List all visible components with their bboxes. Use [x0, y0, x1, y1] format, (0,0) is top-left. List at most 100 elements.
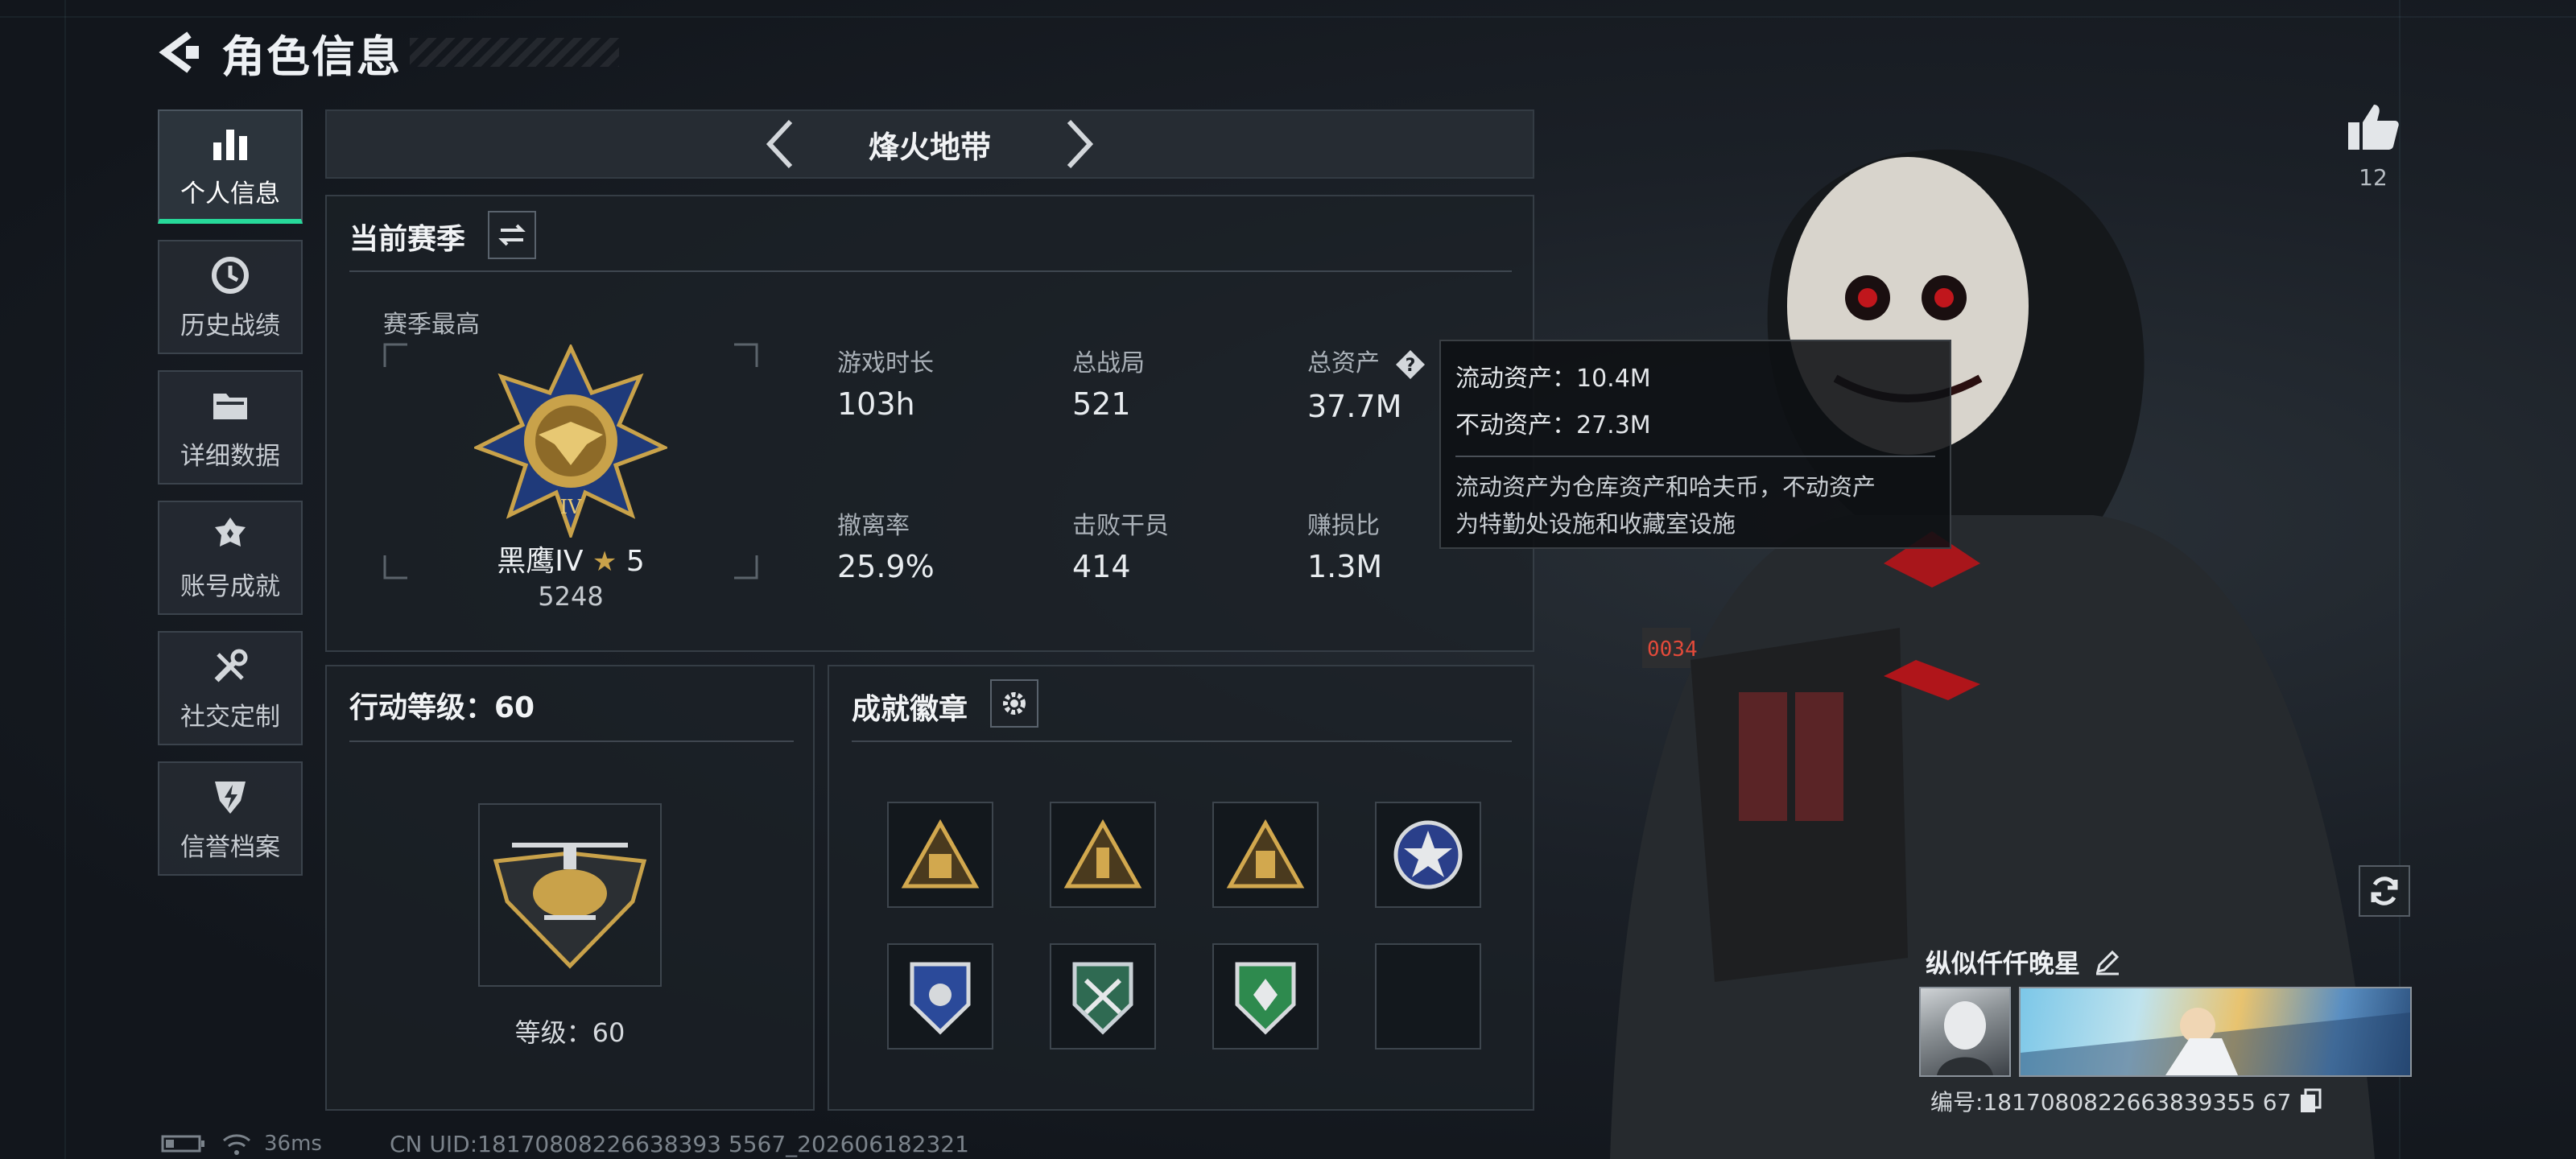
svg-text:IV: IV	[560, 496, 582, 518]
player-id: 编号:1817080822663839355 67	[1930, 1089, 2292, 1116]
stat-extraction-rate: 撤离率 25.9%	[837, 505, 935, 584]
stat-operators-defeated: 击败干员 414	[1072, 505, 1169, 584]
copy-icon[interactable]	[2297, 1088, 2322, 1114]
sidebar-item-personal-info[interactable]: 个人信息	[158, 109, 303, 224]
mode-selector: 烽火地带	[325, 109, 1534, 179]
mode-title: 烽火地带	[868, 129, 991, 165]
help-icon[interactable]: ?	[1394, 349, 1426, 381]
sidebar-item-history[interactable]: 历史战绩	[158, 240, 303, 354]
sidebar-item-label: 账号成就	[180, 571, 280, 601]
stat-total-assets: 总资产 ? 37.7M	[1307, 343, 1426, 424]
achievement-badge[interactable]	[1375, 802, 1481, 908]
stat-value: 25.9%	[837, 549, 935, 584]
stat-profit-loss: 赚损比 1.3M	[1307, 505, 1382, 584]
assets-tooltip: 流动资产：10.4M 不动资产：27.3M 流动资产为仓库资产和哈夫币，不动资产…	[1439, 340, 1951, 549]
stat-play-time: 游戏时长 103h	[837, 343, 934, 422]
season-panel: 当前赛季 赛季最高 IV 黑鹰IV ★ 5 5248 游戏时长 103h 总战局	[325, 195, 1534, 652]
sidebar: 个人信息 历史战绩 详细数据 账号成就 社交定制 信誉档案	[158, 109, 306, 892]
rank-points: 5248	[538, 581, 604, 612]
grid-line	[64, 0, 66, 1159]
avatar[interactable]	[1919, 987, 2011, 1077]
edit-pencil-icon[interactable]	[2093, 947, 2122, 976]
title-decoration	[410, 38, 619, 67]
green-crossed-shield-badge-icon	[1072, 962, 1133, 1035]
achievements-title: 成就徽章	[852, 693, 968, 726]
prev-mode-button[interactable]	[753, 116, 809, 172]
stat-label: 击败干员	[1072, 512, 1169, 540]
rank-stars: 5	[625, 545, 645, 578]
achievements-settings-button[interactable]	[990, 679, 1038, 728]
sidebar-item-label: 详细数据	[180, 441, 280, 471]
stat-label: 游戏时长	[837, 349, 934, 377]
rank-name: 黑鹰IV	[497, 545, 584, 578]
green-gem-shield-badge-icon	[1235, 962, 1296, 1035]
refresh-icon	[2371, 876, 2398, 905]
level-badge-frame	[478, 803, 662, 987]
player-name-row: 纵似仟仟晚星	[1926, 943, 2122, 980]
achievements-panel: 成就徽章	[828, 665, 1534, 1111]
bar-chart-icon	[213, 129, 247, 160]
soldiers-triangle-badge-icon	[901, 819, 980, 889]
gear-icon	[1003, 692, 1026, 715]
rank-emblem-icon: IV	[474, 344, 667, 538]
achievement-badge[interactable]	[1050, 943, 1156, 1050]
sidebar-item-label: 历史战绩	[180, 311, 280, 340]
ping-text: 36ms	[264, 1132, 322, 1156]
season-switch-button[interactable]	[488, 211, 536, 259]
action-level-title: 行动等级：60	[349, 691, 535, 724]
chevron-left-icon	[766, 119, 793, 169]
wifi-icon	[223, 1134, 250, 1155]
like-button[interactable]: 12	[2341, 101, 2405, 191]
sidebar-item-label: 信誉档案	[180, 832, 280, 862]
svg-text:0034: 0034	[1647, 637, 1698, 662]
helicopter-emblem-icon	[493, 843, 647, 969]
svg-text:?: ?	[1405, 356, 1415, 376]
player-banner-image[interactable]	[2019, 987, 2412, 1077]
stat-value: 521	[1072, 386, 1131, 422]
divider	[1455, 456, 1935, 457]
grid-line	[0, 16, 2576, 18]
page-header: 角色信息	[157, 23, 619, 82]
level-text: 等级：60	[514, 1017, 625, 1048]
sidebar-item-label: 个人信息	[180, 179, 280, 208]
history-clock-icon	[212, 256, 249, 294]
page-title: 角色信息	[221, 31, 402, 82]
refresh-button[interactable]	[2359, 865, 2410, 917]
back-arrow-icon[interactable]	[157, 28, 205, 76]
stat-label: 总资产 ?	[1307, 343, 1426, 381]
stat-value: 37.7M	[1307, 388, 1402, 424]
season-title: 当前赛季	[349, 223, 466, 256]
uid-text: CN UID:18170808226638393 5567_2026061823…	[390, 1131, 969, 1157]
achievement-badge[interactable]	[1050, 802, 1156, 908]
achievement-badge[interactable]	[1212, 943, 1319, 1050]
season-best-label: 赛季最高	[383, 311, 480, 339]
stat-label: 总战局	[1072, 349, 1145, 377]
sidebar-item-achievements[interactable]: 账号成就	[158, 501, 303, 615]
player-name: 纵似仟仟晚星	[1926, 948, 2081, 979]
stat-value: 103h	[837, 386, 915, 422]
player-id-row: 编号:1817080822663839355 67	[1930, 1085, 2322, 1117]
divider	[349, 740, 794, 742]
rank-name-row: 黑鹰IV ★ 5	[383, 538, 758, 580]
next-mode-button[interactable]	[1051, 116, 1107, 172]
shield-bolt-icon	[215, 781, 246, 814]
status-bar: 36ms	[161, 1131, 322, 1157]
stat-value: 1.3M	[1307, 549, 1383, 584]
achievement-badge[interactable]	[887, 943, 993, 1050]
achievement-badge[interactable]	[1212, 802, 1319, 908]
wrench-icon	[214, 649, 248, 682]
tooltip-note-line: 流动资产为仓库资产和哈夫币，不动资产	[1455, 473, 1876, 501]
stat-label-text: 总资产	[1307, 349, 1380, 377]
stat-total-matches: 总战局 521	[1072, 343, 1145, 422]
like-count: 12	[2359, 164, 2388, 191]
stat-label: 撤离率	[837, 512, 910, 540]
sidebar-item-social-custom[interactable]: 社交定制	[158, 631, 303, 745]
folder-icon	[213, 393, 247, 419]
achievement-badge-empty[interactable]	[1375, 943, 1481, 1050]
sidebar-item-detailed-data[interactable]: 详细数据	[158, 370, 303, 485]
star-icon: ★	[592, 546, 617, 578]
sidebar-item-credit-record[interactable]: 信誉档案	[158, 761, 303, 876]
achievement-badge[interactable]	[887, 802, 993, 908]
tooltip-note-line: 为特勤处设施和收藏室设施	[1455, 510, 1736, 538]
bottle-triangle-badge-icon	[1063, 819, 1142, 889]
